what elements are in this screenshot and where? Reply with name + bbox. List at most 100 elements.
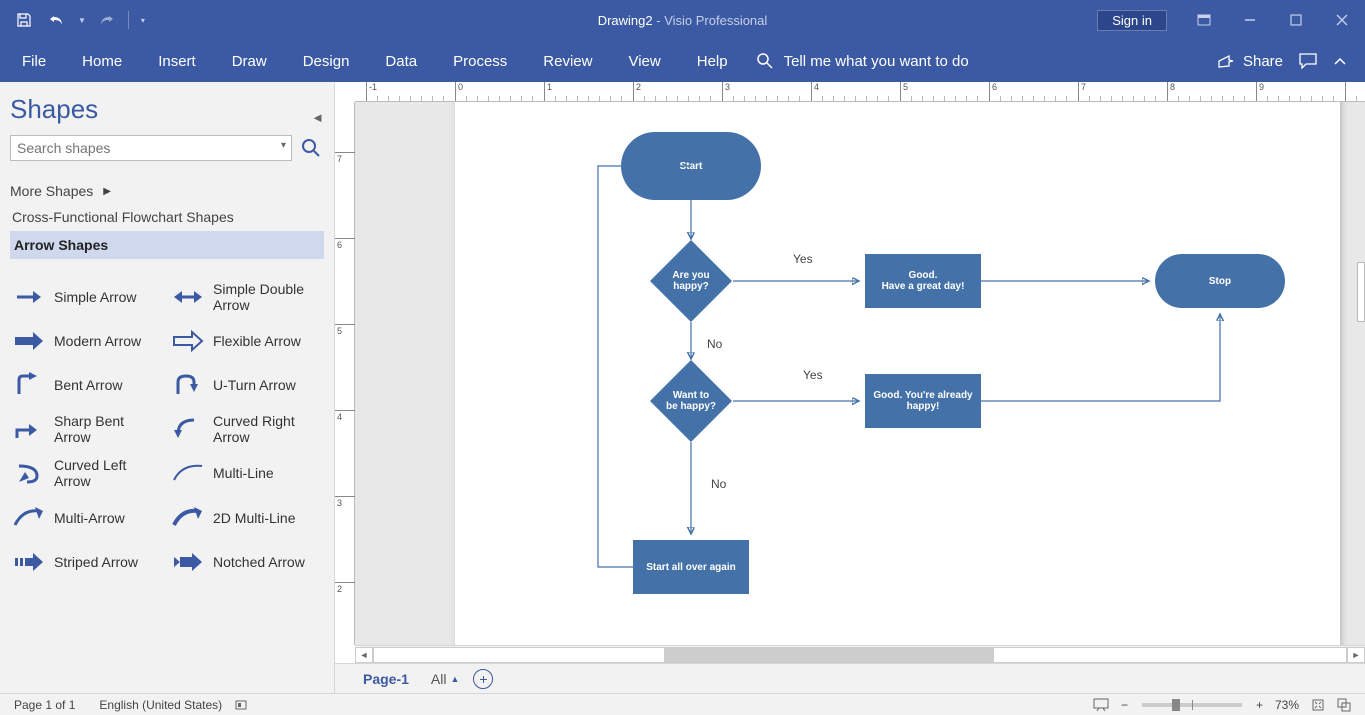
- label-yes-1: Yes: [793, 252, 813, 266]
- page-count[interactable]: Page 1 of 1: [8, 694, 81, 715]
- arrow-icon: [171, 326, 205, 356]
- flowchart-decision-2[interactable]: Want to be happy?: [650, 360, 732, 442]
- search-button[interactable]: [298, 135, 324, 161]
- search-icon: [756, 52, 774, 70]
- pan-handle[interactable]: [1357, 262, 1365, 322]
- qat-customize-icon[interactable]: ▾: [137, 16, 149, 25]
- language-status[interactable]: English (United States): [93, 694, 228, 715]
- arrow-icon: [12, 503, 46, 533]
- flowchart-start[interactable]: Start: [621, 132, 761, 200]
- share-icon: [1217, 53, 1235, 69]
- collapse-ribbon-button[interactable]: [1333, 54, 1347, 68]
- title-bar: ▼ ▾ Drawing2 - Visio Professional Sign i…: [0, 0, 1365, 40]
- tell-me-search[interactable]: Tell me what you want to do: [756, 52, 969, 70]
- scroll-track[interactable]: [373, 647, 1347, 663]
- chevron-up-icon: [1333, 54, 1347, 68]
- flowchart-process-1[interactable]: Good.Have a great day!: [865, 254, 981, 308]
- shape-item-curvedright[interactable]: Curved Right Arrow: [169, 409, 324, 449]
- shape-item-bent[interactable]: Bent Arrow: [10, 365, 165, 405]
- tab-draw[interactable]: Draw: [214, 40, 285, 82]
- zoom-out-button[interactable]: −: [1115, 694, 1134, 715]
- comments-button[interactable]: [1299, 53, 1317, 69]
- shape-item-flexible[interactable]: Flexible Arrow: [169, 321, 324, 361]
- fit-page-button[interactable]: [1305, 694, 1331, 715]
- add-page-button[interactable]: +: [473, 669, 493, 689]
- stencil-arrow-shapes[interactable]: Arrow Shapes: [10, 231, 324, 259]
- all-pages-tab[interactable]: All▲: [431, 671, 459, 687]
- ruler-v-tick: 7: [335, 152, 355, 164]
- flowchart-decision-1[interactable]: Are you happy?: [650, 240, 732, 322]
- drawing-page[interactable]: Start Are you happy? Want to be happy? G…: [455, 102, 1340, 645]
- shape-item-double[interactable]: Simple Double Arrow: [169, 277, 324, 317]
- shape-item-multiline[interactable]: Multi-Line: [169, 453, 324, 493]
- tab-insert[interactable]: Insert: [140, 40, 214, 82]
- search-dropdown-icon[interactable]: ▾: [281, 140, 286, 151]
- tab-home[interactable]: Home: [64, 40, 140, 82]
- arrow-icon: [171, 282, 205, 312]
- shape-item-2dmultiline[interactable]: 2D Multi-Line: [169, 498, 324, 538]
- shape-item-label: Curved Left Arrow: [54, 457, 163, 489]
- tab-review[interactable]: Review: [525, 40, 610, 82]
- flowchart-stop[interactable]: Stop: [1155, 254, 1285, 308]
- ruler-h-tick: 2: [633, 82, 641, 102]
- shape-item-label: Sharp Bent Arrow: [54, 413, 163, 445]
- flowchart-process-2[interactable]: Good. You're alreadyhappy!: [865, 374, 981, 428]
- scroll-left-button[interactable]: ◄: [355, 647, 373, 663]
- share-button[interactable]: Share: [1217, 53, 1283, 70]
- arrow-icon: [12, 370, 46, 400]
- tab-help[interactable]: Help: [679, 40, 746, 82]
- more-shapes-menu[interactable]: More Shapes▶: [10, 179, 324, 203]
- shape-item-uturn[interactable]: U-Turn Arrow: [169, 365, 324, 405]
- redo-button[interactable]: [92, 6, 120, 34]
- shape-item-modern[interactable]: Modern Arrow: [10, 321, 165, 361]
- ribbon: File Home Insert Draw Design Data Proces…: [0, 40, 1365, 82]
- maximize-button[interactable]: [1273, 0, 1319, 40]
- tab-view[interactable]: View: [610, 40, 678, 82]
- undo-dropdown-icon[interactable]: ▼: [78, 16, 86, 25]
- zoom-level[interactable]: 73%: [1269, 694, 1305, 715]
- save-button[interactable]: [10, 6, 38, 34]
- shape-item-label: Curved Right Arrow: [213, 413, 322, 445]
- label-yes-2: Yes: [803, 368, 823, 382]
- sign-in-button[interactable]: Sign in: [1097, 10, 1167, 31]
- canvas-background[interactable]: Start Are you happy? Want to be happy? G…: [355, 102, 1365, 645]
- tab-design[interactable]: Design: [285, 40, 368, 82]
- presentation-mode-button[interactable]: [1087, 694, 1115, 715]
- tab-process[interactable]: Process: [435, 40, 525, 82]
- tab-file[interactable]: File: [4, 40, 64, 82]
- collapse-panel-icon[interactable]: ◄: [311, 110, 324, 125]
- stencil-cross-functional[interactable]: Cross-Functional Flowchart Shapes: [10, 203, 324, 231]
- shape-item-simple[interactable]: Simple Arrow: [10, 277, 165, 317]
- shape-item-label: Striped Arrow: [54, 554, 138, 570]
- close-button[interactable]: [1319, 0, 1365, 40]
- zoom-slider[interactable]: [1142, 703, 1242, 707]
- shape-item-striped[interactable]: Striped Arrow: [10, 542, 165, 582]
- shape-list: Simple ArrowSimple Double ArrowModern Ar…: [10, 277, 324, 582]
- arrow-icon: [171, 547, 205, 577]
- ruler-h-tick: 5: [900, 82, 908, 102]
- zoom-in-button[interactable]: +: [1250, 694, 1269, 715]
- tab-data[interactable]: Data: [367, 40, 435, 82]
- shape-item-notched[interactable]: Notched Arrow: [169, 542, 324, 582]
- ruler-h-tick: 9: [1256, 82, 1264, 102]
- shape-item-label: 2D Multi-Line: [213, 510, 295, 526]
- shape-item-curvedleft[interactable]: Curved Left Arrow: [10, 453, 165, 493]
- macro-recording-icon[interactable]: [228, 694, 254, 715]
- arrow-icon: [12, 547, 46, 577]
- comment-icon: [1299, 53, 1317, 69]
- minimize-button[interactable]: [1227, 0, 1273, 40]
- shape-item-multiarrow[interactable]: Multi-Arrow: [10, 498, 165, 538]
- chevron-right-icon: ▶: [103, 186, 111, 197]
- scroll-thumb[interactable]: [664, 648, 994, 662]
- undo-button[interactable]: [44, 6, 72, 34]
- page-tab-1[interactable]: Page-1: [355, 667, 417, 691]
- scroll-right-button[interactable]: ►: [1347, 647, 1365, 663]
- ruler-h-tick: -1: [366, 82, 377, 102]
- ribbon-display-options-icon[interactable]: [1181, 0, 1227, 40]
- shape-item-sharpbent[interactable]: Sharp Bent Arrow: [10, 409, 165, 449]
- shapes-search-input[interactable]: [10, 135, 292, 161]
- chevron-up-icon: ▲: [450, 674, 459, 684]
- flowchart-process-restart[interactable]: Start all over again: [633, 540, 749, 594]
- horizontal-scrollbar[interactable]: ◄ ►: [355, 645, 1365, 663]
- pan-zoom-window-button[interactable]: [1331, 694, 1357, 715]
